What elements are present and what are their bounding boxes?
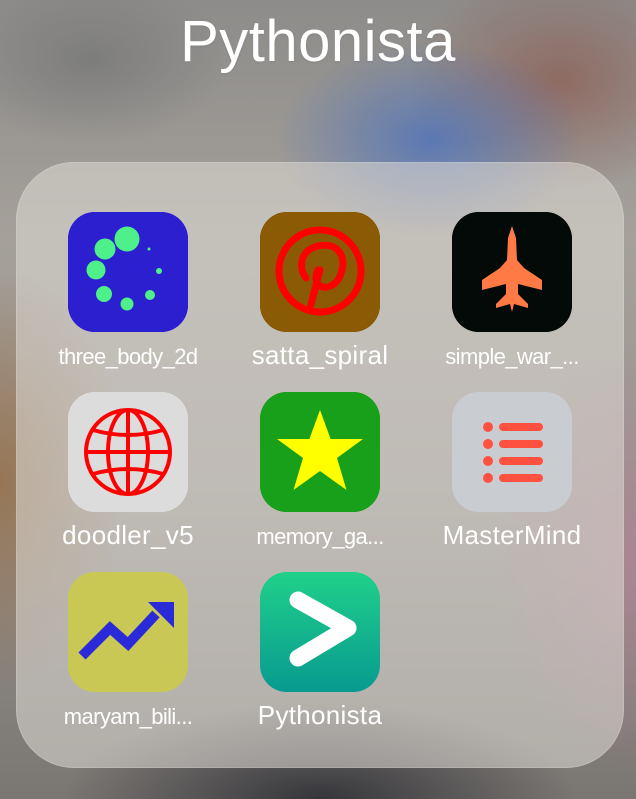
app-pythonista[interactable]: Pythonista — [224, 572, 416, 742]
globe-icon — [68, 392, 188, 512]
app-memory-game[interactable]: memory_ga... — [224, 392, 416, 562]
trend-arrow-icon — [68, 572, 188, 692]
dots-circle-icon — [68, 212, 188, 332]
app-label: Pythonista — [257, 700, 383, 730]
app-three-body-2d[interactable]: three_body_2d — [32, 212, 224, 382]
folder-panel: three_body_2d satta_spiral simple_war_..… — [16, 162, 624, 768]
app-label: doodler_v5 — [62, 520, 194, 550]
app-doodler-v5[interactable]: doodler_v5 — [32, 392, 224, 562]
pinterest-icon — [260, 212, 380, 332]
list-icon — [452, 392, 572, 512]
app-label: MasterMind — [442, 520, 582, 550]
app-label: maryam_bili... — [63, 704, 193, 729]
app-label: memory_ga... — [256, 524, 384, 549]
app-label: three_body_2d — [58, 344, 199, 369]
app-maryam-bili[interactable]: maryam_bili... — [32, 572, 224, 742]
star-icon — [260, 392, 380, 512]
app-label: simple_war_... — [445, 344, 579, 369]
chevron-right-icon — [260, 572, 380, 692]
app-simple-war[interactable]: simple_war_... — [416, 212, 608, 382]
app-satta-spiral[interactable]: satta_spiral — [224, 212, 416, 382]
fighter-jet-icon — [452, 212, 572, 332]
app-label: satta_spiral — [251, 340, 389, 370]
app-mastermind[interactable]: MasterMind — [416, 392, 608, 562]
folder-title[interactable]: Pythonista — [0, 8, 636, 75]
